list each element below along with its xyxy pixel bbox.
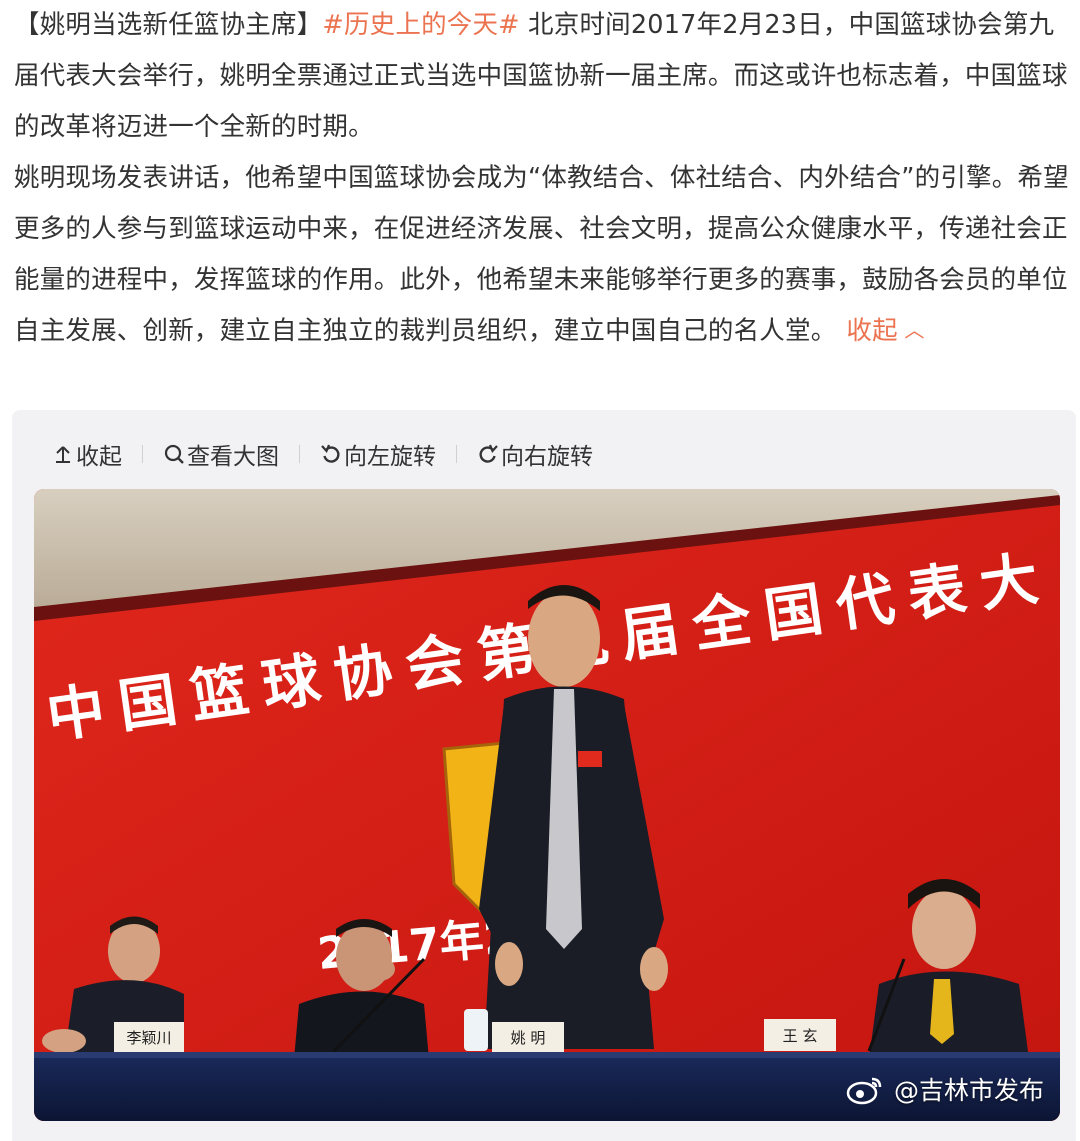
rotate-right-label: 向右旋转 [501, 444, 593, 470]
collapse-image-label: 收起 [76, 444, 122, 470]
collapse-text-label: 收起 [846, 316, 898, 346]
toolbar-divider [456, 445, 457, 463]
arrow-up-icon [56, 446, 70, 463]
watermark-text: @吉林市发布 [893, 1076, 1044, 1105]
svg-text:姚 明: 姚 明 [511, 1029, 546, 1047]
svg-text:李颖川: 李颖川 [126, 1029, 171, 1047]
image-toolbar: 收起 查看大图 向左旋转 向右旋转 [52, 436, 593, 472]
post-text: 【姚明当选新任篮协主席】#历史上的今天# 北京时间2017年2月23日，中国篮球… [14, 0, 1074, 358]
collapse-image-button[interactable]: 收起 [52, 437, 122, 471]
photo-illustration: 中国篮球协会第九届全国代表大 2017年2月 李颖川 姚 明 王 玄 [34, 489, 1060, 1121]
rotate-left-button[interactable]: 向左旋转 [320, 437, 436, 471]
photo-watermark: @吉林市发布 [846, 1071, 1044, 1107]
weibo-logo-icon [846, 1077, 882, 1105]
media-card: 收起 查看大图 向左旋转 向右旋转 中国篮球协会第九届全国代表大 2017年2月… [12, 410, 1076, 1141]
toolbar-divider [299, 445, 300, 463]
post-paragraph-2: 姚明现场发表讲话，他希望中国篮球协会成为“体教结合、体社结合、内外结合”的引擎。… [14, 153, 1074, 358]
view-large-button[interactable]: 查看大图 [163, 437, 279, 471]
nameplate-left: 李颖川 [114, 1022, 184, 1052]
nameplate-middle: 姚 明 [492, 1022, 564, 1052]
view-large-label: 查看大图 [187, 444, 279, 470]
magnifier-icon [164, 444, 184, 464]
chevron-up-icon: ︿ [897, 318, 925, 342]
post-title: 【姚明当选新任篮协主席】 [14, 10, 323, 40]
water-bottle [464, 1009, 488, 1051]
rotate-left-icon [321, 444, 340, 463]
toolbar-divider [142, 445, 143, 463]
topic-tag-link[interactable]: #历史上的今天# [322, 10, 519, 40]
rotate-right-button[interactable]: 向右旋转 [477, 437, 593, 471]
post-photo[interactable]: 中国篮球协会第九届全国代表大 2017年2月 李颖川 姚 明 王 玄 @吉林市发… [34, 489, 1060, 1121]
collapse-text-link[interactable]: 收起 ︿ [846, 316, 924, 346]
rotate-right-icon [479, 444, 498, 463]
post-paragraph-1: 【姚明当选新任篮协主席】#历史上的今天# 北京时间2017年2月23日，中国篮球… [14, 0, 1074, 153]
svg-text:王 玄: 王 玄 [783, 1027, 818, 1045]
rotate-left-label: 向左旋转 [344, 444, 436, 470]
nameplate-right: 王 玄 [764, 1019, 836, 1051]
